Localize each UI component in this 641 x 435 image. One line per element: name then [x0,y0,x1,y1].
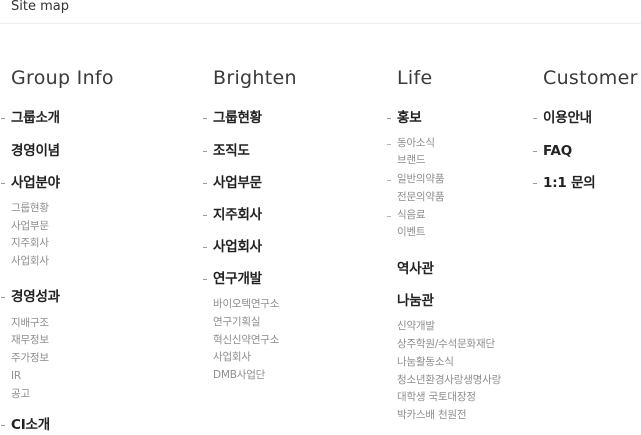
link-business-sub[interactable]: 사업회사 [11,254,49,268]
link-pr-sub[interactable]: 전문의약품 [397,190,445,204]
top-bar: Site map [0,0,641,24]
link-performance-sub[interactable]: 주가정보 [11,351,49,365]
link-group-status[interactable]: 그룹현황 [203,109,262,127]
link-org-chart[interactable]: 조직도 [203,142,250,160]
link-sharing-sub[interactable]: 상주학원/수석문화재단 [397,337,495,351]
link-management-performance[interactable]: 경영성과 [1,288,60,306]
link-performance-sub[interactable]: 공고 [11,387,30,401]
link-pr[interactable]: 홍보 [386,109,422,127]
link-sharing-hall[interactable]: 나눔관 [397,292,434,310]
link-performance-sub[interactable]: 지배구조 [11,316,49,330]
link-sharing-sub[interactable]: 박카스배 천원전 [397,408,467,422]
link-business-sub[interactable]: 그룹현황 [11,201,49,215]
column-group-info: Group Info 그룹소개 경영이념 사업분야 그룹현황 사업부문 지주회사… [1,66,114,433]
link-sharing-sub[interactable]: 대학생 국토대장정 [397,390,476,404]
column-customer: Customer 이용안내 FAQ 1:1 문의 [533,66,638,191]
link-pr-sub[interactable]: 동아소식 [387,136,435,150]
link-sharing-sub[interactable]: 나눔활동소식 [397,355,454,369]
column-heading-group-info[interactable]: Group Info [11,66,114,90]
link-rnd-sub[interactable]: 혁신신약연구소 [213,333,279,347]
link-business-company[interactable]: 사업회사 [203,238,262,256]
column-heading-brighten[interactable]: Brighten [213,66,297,90]
link-sharing-sub[interactable]: 신약개발 [397,319,435,333]
link-rnd[interactable]: 연구개발 [203,270,262,288]
link-business-division[interactable]: 사업부문 [203,174,262,192]
column-heading-customer[interactable]: Customer [543,66,638,90]
column-brighten: Brighten 그룹현황 조직도 사업부문 지주회사 사업회사 연구개발 바이… [203,66,297,381]
link-pr-sub[interactable]: 이벤트 [397,225,426,239]
link-usage-guide[interactable]: 이용안내 [533,109,592,127]
page-title: Site map [11,0,69,14]
link-business-sub[interactable]: 사업부문 [11,219,49,233]
link-group-intro[interactable]: 그룹소개 [1,109,60,127]
column-heading-life[interactable]: Life [397,66,432,90]
link-rnd-sub[interactable]: 바이오텍연구소 [213,297,279,311]
link-performance-sub[interactable]: IR [11,369,21,383]
link-business-sub[interactable]: 지주회사 [11,236,49,250]
link-faq[interactable]: FAQ [533,142,572,160]
link-ci-intro[interactable]: CI소개 [1,416,50,434]
link-pr-sub[interactable]: 브랜드 [397,153,426,167]
link-holding-company[interactable]: 지주회사 [203,206,262,224]
link-rnd-sub[interactable]: DMB사업단 [213,368,265,382]
link-business-areas[interactable]: 사업분야 [1,174,60,192]
link-rnd-sub[interactable]: 사업회사 [213,350,251,364]
link-management-philosophy[interactable]: 경영이념 [11,142,60,160]
link-history-hall[interactable]: 역사관 [397,260,434,278]
link-pr-sub[interactable]: 식음료 [386,208,426,222]
link-one-to-one-inquiry[interactable]: 1:1 문의 [533,174,596,192]
link-rnd-sub[interactable]: 연구기획실 [213,315,261,329]
link-performance-sub[interactable]: 재무정보 [11,333,49,347]
column-life: Life 홍보 동아소식 브랜드 일반의약품 전문의약품 식음료 이벤트 역사관… [386,66,501,421]
link-sharing-sub[interactable]: 청소년환경사랑생명사랑 [397,373,501,387]
link-pr-sub[interactable]: 일반의약품 [386,172,445,186]
